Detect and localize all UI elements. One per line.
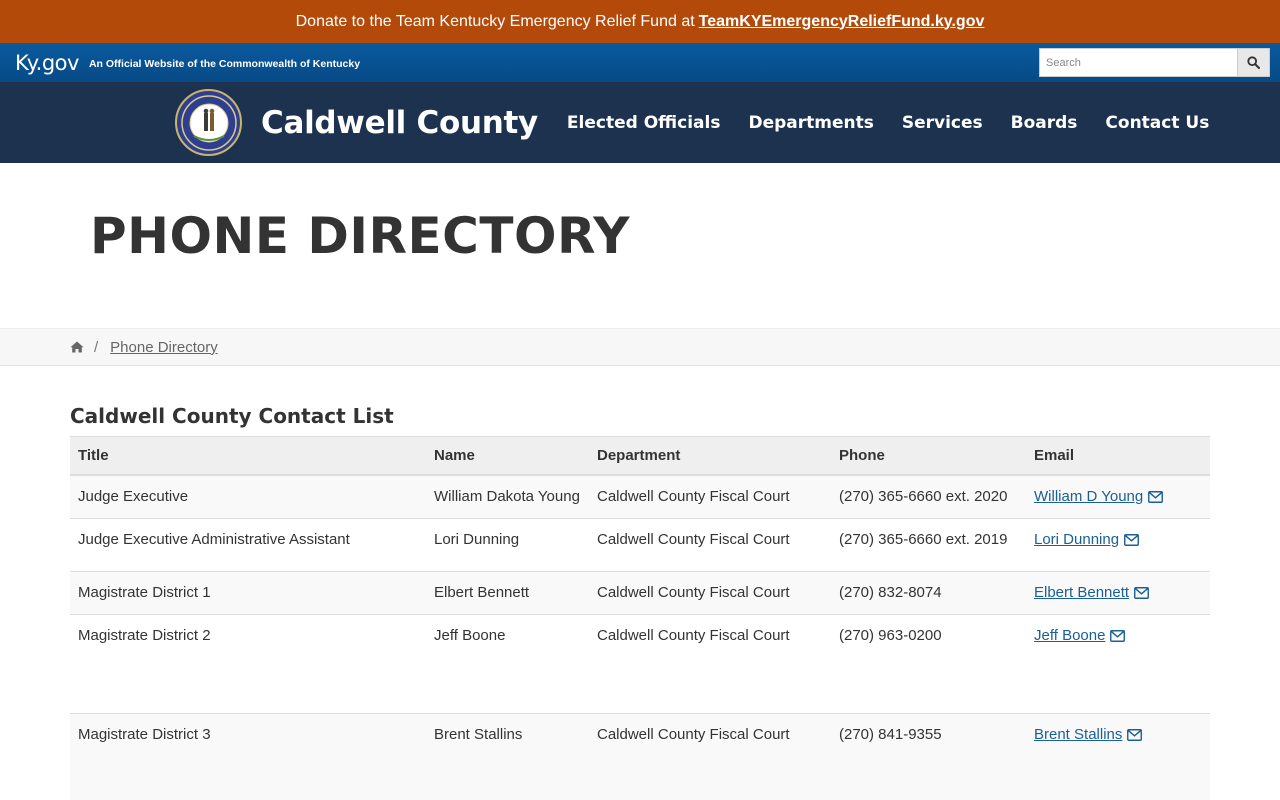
home-icon[interactable] xyxy=(70,341,84,353)
nav-boards[interactable]: Boards xyxy=(997,113,1092,133)
envelope-icon xyxy=(1134,587,1150,599)
page-header: PHONE DIRECTORY xyxy=(0,163,1280,328)
kentucky-seal-logo[interactable] xyxy=(175,89,242,156)
breadcrumb-phone-directory[interactable]: Phone Directory xyxy=(110,339,218,356)
nav-contact-us[interactable]: Contact Us xyxy=(1091,113,1223,133)
cell-email: Elbert Bennett xyxy=(1026,571,1210,615)
cell-department: Caldwell County Fiscal Court xyxy=(589,614,831,714)
nav-elected-officials[interactable]: Elected Officials xyxy=(553,113,735,133)
column-header-department: Department xyxy=(589,436,831,476)
email-link[interactable]: Lori Dunning xyxy=(1034,531,1119,548)
kygov-logo[interactable]: Ky.gov xyxy=(15,51,79,75)
email-link[interactable]: Elbert Bennett xyxy=(1034,584,1129,601)
cell-name: Elbert Bennett xyxy=(426,571,589,615)
cell-name: Lori Dunning xyxy=(426,518,589,572)
search-icon xyxy=(1247,56,1260,69)
nav-departments[interactable]: Departments xyxy=(734,113,887,133)
cell-department: Caldwell County Fiscal Court xyxy=(589,518,831,572)
column-header-phone: Phone xyxy=(831,436,1026,476)
kygov-tagline: An Official Website of the Commonwealth … xyxy=(88,57,361,70)
cell-phone: (270) 365-6660 ext. 2019 xyxy=(831,518,1026,572)
email-link[interactable]: Brent Stallins xyxy=(1034,726,1122,743)
envelope-icon xyxy=(1110,630,1126,642)
primary-nav: Elected Officials Departments Services B… xyxy=(553,113,1223,133)
cell-department: Caldwell County Fiscal Court xyxy=(589,475,831,519)
nav-services[interactable]: Services xyxy=(888,113,997,133)
search-button[interactable] xyxy=(1237,48,1270,77)
cell-phone: (270) 841-9355 xyxy=(831,713,1026,800)
cell-email: William D Young xyxy=(1026,475,1210,519)
seal-icon xyxy=(180,94,237,151)
main-content: Caldwell County Contact List Title Name … xyxy=(0,366,1280,800)
cell-phone: (270) 365-6660 ext. 2020 xyxy=(831,475,1026,519)
email-link-label: Brent Stallins xyxy=(1034,726,1123,743)
table-row: Judge Executive Administrative Assistant… xyxy=(70,518,1210,572)
table-row: Magistrate District 3 Brent Stallins Cal… xyxy=(70,713,1210,800)
table-header-row: Title Name Department Phone Email xyxy=(70,436,1210,476)
breadcrumb-separator: / xyxy=(94,338,99,356)
column-header-name: Name xyxy=(426,436,589,476)
cell-title: Magistrate District 2 xyxy=(70,614,426,714)
cell-email: Jeff Boone xyxy=(1026,614,1210,714)
contact-table: Title Name Department Phone Email Judge … xyxy=(70,436,1210,800)
envelope-icon xyxy=(1148,491,1164,503)
main-header: Caldwell County Elected Officials Depart… xyxy=(0,82,1280,163)
cell-name: Jeff Boone xyxy=(426,614,589,714)
donate-text: Donate to the Team Kentucky Emergency Re… xyxy=(295,12,695,30)
cell-name: Brent Stallins xyxy=(426,713,589,800)
email-link-label: Elbert Bennett xyxy=(1034,584,1130,601)
donate-banner: Donate to the Team Kentucky Emergency Re… xyxy=(0,0,1280,43)
county-name[interactable]: Caldwell County xyxy=(261,105,538,141)
cell-title: Magistrate District 3 xyxy=(70,713,426,800)
cell-email: Brent Stallins xyxy=(1026,713,1210,800)
cell-phone: (270) 963-0200 xyxy=(831,614,1026,714)
table-row: Magistrate District 2 Jeff Boone Caldwel… xyxy=(70,614,1210,714)
donate-link[interactable]: TeamKYEmergencyReliefFund.ky.gov xyxy=(699,13,985,31)
contact-list-title: Caldwell County Contact List xyxy=(70,404,394,428)
cell-title: Magistrate District 1 xyxy=(70,571,426,615)
cell-name: William Dakota Young xyxy=(426,475,589,519)
column-header-email: Email xyxy=(1026,436,1210,476)
envelope-icon xyxy=(1127,729,1143,741)
email-link-label: Lori Dunning xyxy=(1034,531,1120,548)
cell-department: Caldwell County Fiscal Court xyxy=(589,713,831,800)
cell-title: Judge Executive xyxy=(70,475,426,519)
column-header-title: Title xyxy=(70,436,426,476)
cell-department: Caldwell County Fiscal Court xyxy=(589,571,831,615)
search-input[interactable] xyxy=(1039,48,1237,77)
breadcrumb: / Phone Directory xyxy=(0,328,1280,366)
cell-email: Lori Dunning xyxy=(1026,518,1210,572)
email-link-label: Jeff Boone xyxy=(1034,627,1106,644)
search-form xyxy=(1039,48,1270,77)
envelope-icon xyxy=(1124,534,1140,546)
email-link-label: William D Young xyxy=(1034,488,1144,505)
kygov-bar: Ky.gov An Official Website of the Common… xyxy=(0,43,1280,82)
table-row: Judge Executive William Dakota Young Cal… xyxy=(70,475,1210,519)
cell-title: Judge Executive Administrative Assistant xyxy=(70,518,426,572)
page-title: PHONE DIRECTORY xyxy=(90,206,630,265)
email-link[interactable]: William D Young xyxy=(1034,488,1143,505)
email-link[interactable]: Jeff Boone xyxy=(1034,627,1105,644)
table-row: Magistrate District 1 Elbert Bennett Cal… xyxy=(70,571,1210,615)
cell-phone: (270) 832-8074 xyxy=(831,571,1026,615)
